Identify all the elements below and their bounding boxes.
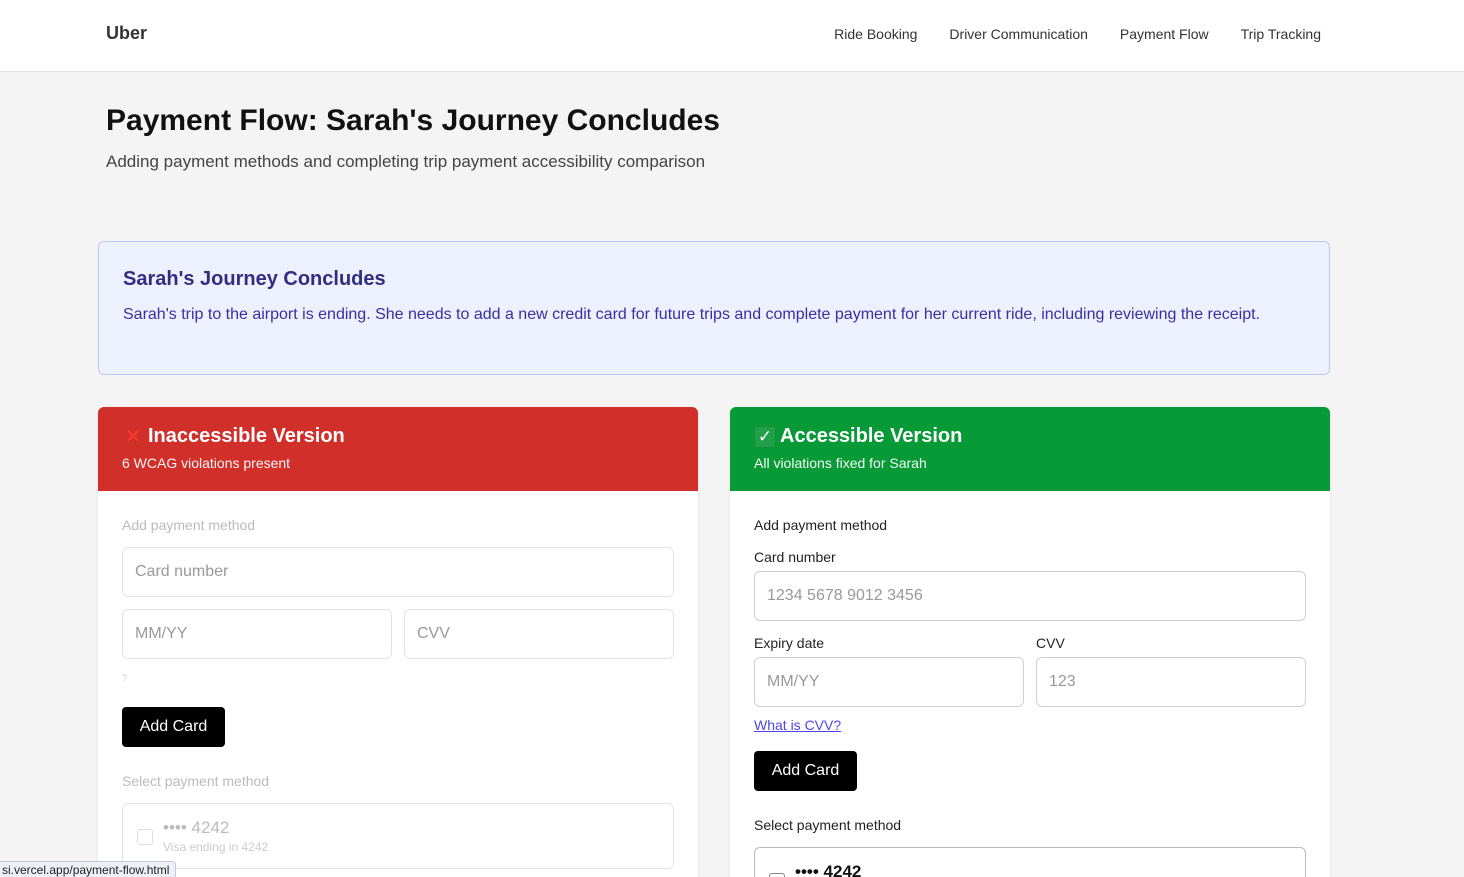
add-payment-label: Add payment method — [122, 517, 256, 533]
cross-mark-icon: ✕ — [124, 426, 142, 448]
add-card-button[interactable]: Add Card — [754, 751, 857, 791]
what-is-cvv-link[interactable]: What is CVV? — [754, 717, 841, 733]
card-number-input[interactable]: Card number — [122, 547, 674, 597]
nav-link-payment-flow[interactable]: Payment Flow — [1120, 26, 1209, 42]
inaccessible-subtitle: 6 WCAG violations present — [122, 455, 291, 471]
accessible-title: Accessible Version — [780, 425, 963, 447]
cvv-label: CVV — [1036, 635, 1065, 651]
add-card-button[interactable]: Add Card — [122, 707, 225, 747]
status-bar-url: si.vercel.app/payment-flow.html — [0, 861, 177, 877]
top-nav: Uber Ride Booking Driver Communication P… — [0, 0, 1464, 72]
nav-link-ride-booking[interactable]: Ride Booking — [834, 26, 917, 42]
accessible-panel: ✓ Accessible Version All violations fixe… — [730, 407, 1330, 877]
saved-card-number: •••• 4242 — [163, 818, 230, 837]
card-checkbox[interactable] — [137, 829, 153, 845]
select-payment-label: Select payment method — [754, 817, 902, 833]
inaccessible-panel: ✕ Inaccessible Version 6 WCAG violations… — [98, 407, 698, 877]
story-box: Sarah's Journey Concludes Sarah's trip t… — [98, 241, 1330, 375]
inaccessible-panel-header: ✕ Inaccessible Version 6 WCAG violations… — [98, 407, 698, 491]
page-subtitle: Adding payment methods and completing tr… — [106, 152, 706, 171]
cvv-input[interactable]: 123 — [1036, 657, 1306, 707]
inaccessible-title: Inaccessible Version — [148, 425, 345, 447]
saved-card-option[interactable]: •••• 4242 — [754, 847, 1306, 877]
card-number-label: Card number — [754, 549, 836, 565]
accessible-panel-header: ✓ Accessible Version All violations fixe… — [730, 407, 1330, 491]
select-payment-label: Select payment method — [122, 773, 270, 789]
nav-link-driver-communication[interactable]: Driver Communication — [949, 26, 1087, 42]
brand-logo[interactable]: Uber — [106, 23, 147, 44]
saved-card-number: •••• 4242 — [795, 862, 862, 877]
accessible-subtitle: All violations fixed for Sarah — [754, 455, 927, 471]
page-title: Payment Flow: Sarah's Journey Concludes — [106, 104, 720, 137]
check-mark-icon: ✓ — [754, 425, 776, 448]
expiry-label: Expiry date — [754, 635, 825, 651]
card-checkbox[interactable] — [769, 873, 785, 877]
story-text: Sarah's trip to the airport is ending. S… — [123, 306, 1260, 323]
story-title: Sarah's Journey Concludes — [123, 268, 386, 290]
saved-card-description: Visa ending in 4242 — [163, 840, 269, 854]
card-number-input[interactable]: 1234 5678 9012 3456 — [754, 571, 1306, 621]
expiry-input[interactable]: MM/YY — [754, 657, 1024, 707]
cvv-help-hint[interactable]: ? — [122, 673, 127, 683]
expiry-input[interactable]: MM/YY — [122, 609, 392, 659]
add-payment-label: Add payment method — [754, 517, 888, 533]
nav-links: Ride Booking Driver Communication Paymen… — [834, 26, 1321, 42]
saved-card-option[interactable]: •••• 4242 Visa ending in 4242 — [122, 803, 674, 869]
cvv-input[interactable]: CVV — [404, 609, 674, 659]
nav-link-trip-tracking[interactable]: Trip Tracking — [1241, 26, 1321, 42]
